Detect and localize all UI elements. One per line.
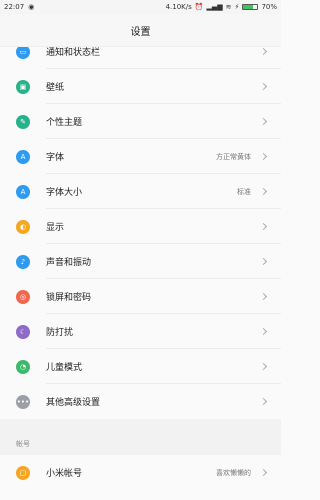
chevron-right-icon	[259, 468, 268, 477]
settings-list: ▭ 通知和状态栏 ▣ 壁纸 ✎ 个性主题 A 字体 方正常黄体 A 字体大小 标准 ◐ 显示 ♪ 声音和振动 ◎…	[0, 34, 281, 490]
settings-item-theme[interactable]: ✎ 个性主题	[0, 104, 281, 139]
sound-icon: ♪	[16, 254, 30, 269]
settings-item-value: 方正常黄体	[216, 152, 251, 161]
child-mode-icon: ◔	[16, 359, 30, 374]
display-icon: ◐	[16, 219, 30, 234]
settings-item-sound[interactable]: ♪ 声音和振动	[0, 244, 281, 279]
settings-item-display[interactable]: ◐ 显示	[0, 209, 281, 244]
network-speed: 4.10K/s	[165, 3, 192, 11]
status-bar: 22:07 ◉ 4.10K/s ⏰ ▂▄▆ ≋ ⚡ 70%	[0, 0, 281, 14]
settings-item-label: 显示	[46, 223, 65, 233]
charging-icon: ⚡	[234, 3, 240, 11]
theme-icon: ✎	[16, 114, 30, 129]
settings-item-moon[interactable]: ☾ 防打扰	[0, 314, 281, 349]
chevron-right-icon	[259, 117, 268, 126]
chevron-right-icon	[259, 187, 268, 196]
settings-item-label: 字体大小	[46, 188, 83, 198]
settings-item-mi-account[interactable]: ▢ 小米帐号 喜欢懒懒的	[0, 455, 281, 490]
chevron-right-icon	[259, 152, 268, 161]
lock-icon: ◎	[16, 289, 30, 304]
battery-icon	[242, 4, 259, 10]
signal-icon: ▂▄▆	[206, 3, 223, 11]
chevron-right-icon	[259, 222, 268, 231]
chevron-right-icon	[259, 397, 268, 406]
page-header: 设置	[0, 14, 281, 47]
settings-item-label: 其他高级设置	[46, 398, 101, 408]
battery-percent: 70%	[261, 3, 277, 11]
settings-item-value: 喜欢懒懒的	[216, 468, 251, 477]
notification-icon-qq: ◉	[28, 3, 35, 11]
settings-item-child-mode[interactable]: ◔ 儿童模式	[0, 349, 281, 384]
settings-item-value: 标准	[237, 187, 251, 196]
moon-icon: ☾	[16, 324, 30, 339]
settings-item-font[interactable]: A 字体 方正常黄体	[0, 139, 281, 174]
settings-item-label: 防打扰	[46, 328, 74, 338]
chevron-right-icon	[259, 362, 268, 371]
font-size-icon: A	[16, 184, 30, 199]
font-icon: A	[16, 149, 30, 164]
settings-item-more[interactable]: ••• 其他高级设置	[0, 384, 281, 419]
settings-item-label: 声音和振动	[46, 258, 92, 268]
settings-item-lock[interactable]: ◎ 锁屏和密码	[0, 279, 281, 314]
settings-item-label: 锁屏和密码	[46, 293, 92, 303]
wifi-icon: ≋	[225, 3, 232, 11]
mi-account-icon: ▢	[16, 465, 30, 480]
page-title: 设置	[130, 26, 151, 38]
chevron-right-icon	[259, 47, 268, 56]
alarm-icon: ⏰	[194, 3, 204, 11]
settings-item-label: 小米帐号	[46, 469, 83, 479]
status-time: 22:07	[4, 3, 25, 11]
settings-item-font-size[interactable]: A 字体大小 标准	[0, 174, 281, 209]
battery-fill	[243, 5, 254, 9]
more-icon: •••	[16, 394, 30, 409]
chevron-right-icon	[259, 292, 268, 301]
settings-item-label: 个性主题	[46, 118, 83, 128]
wallpaper-icon: ▣	[16, 79, 30, 94]
settings-item-label: 儿童模式	[46, 363, 83, 373]
chevron-right-icon	[259, 82, 268, 91]
settings-item-wallpaper[interactable]: ▣ 壁纸	[0, 69, 281, 104]
settings-item-label: 壁纸	[46, 83, 65, 93]
section-header-account: 帐号	[0, 419, 281, 455]
chevron-right-icon	[259, 327, 268, 336]
settings-item-label: 字体	[46, 153, 65, 163]
chevron-right-icon	[259, 257, 268, 266]
